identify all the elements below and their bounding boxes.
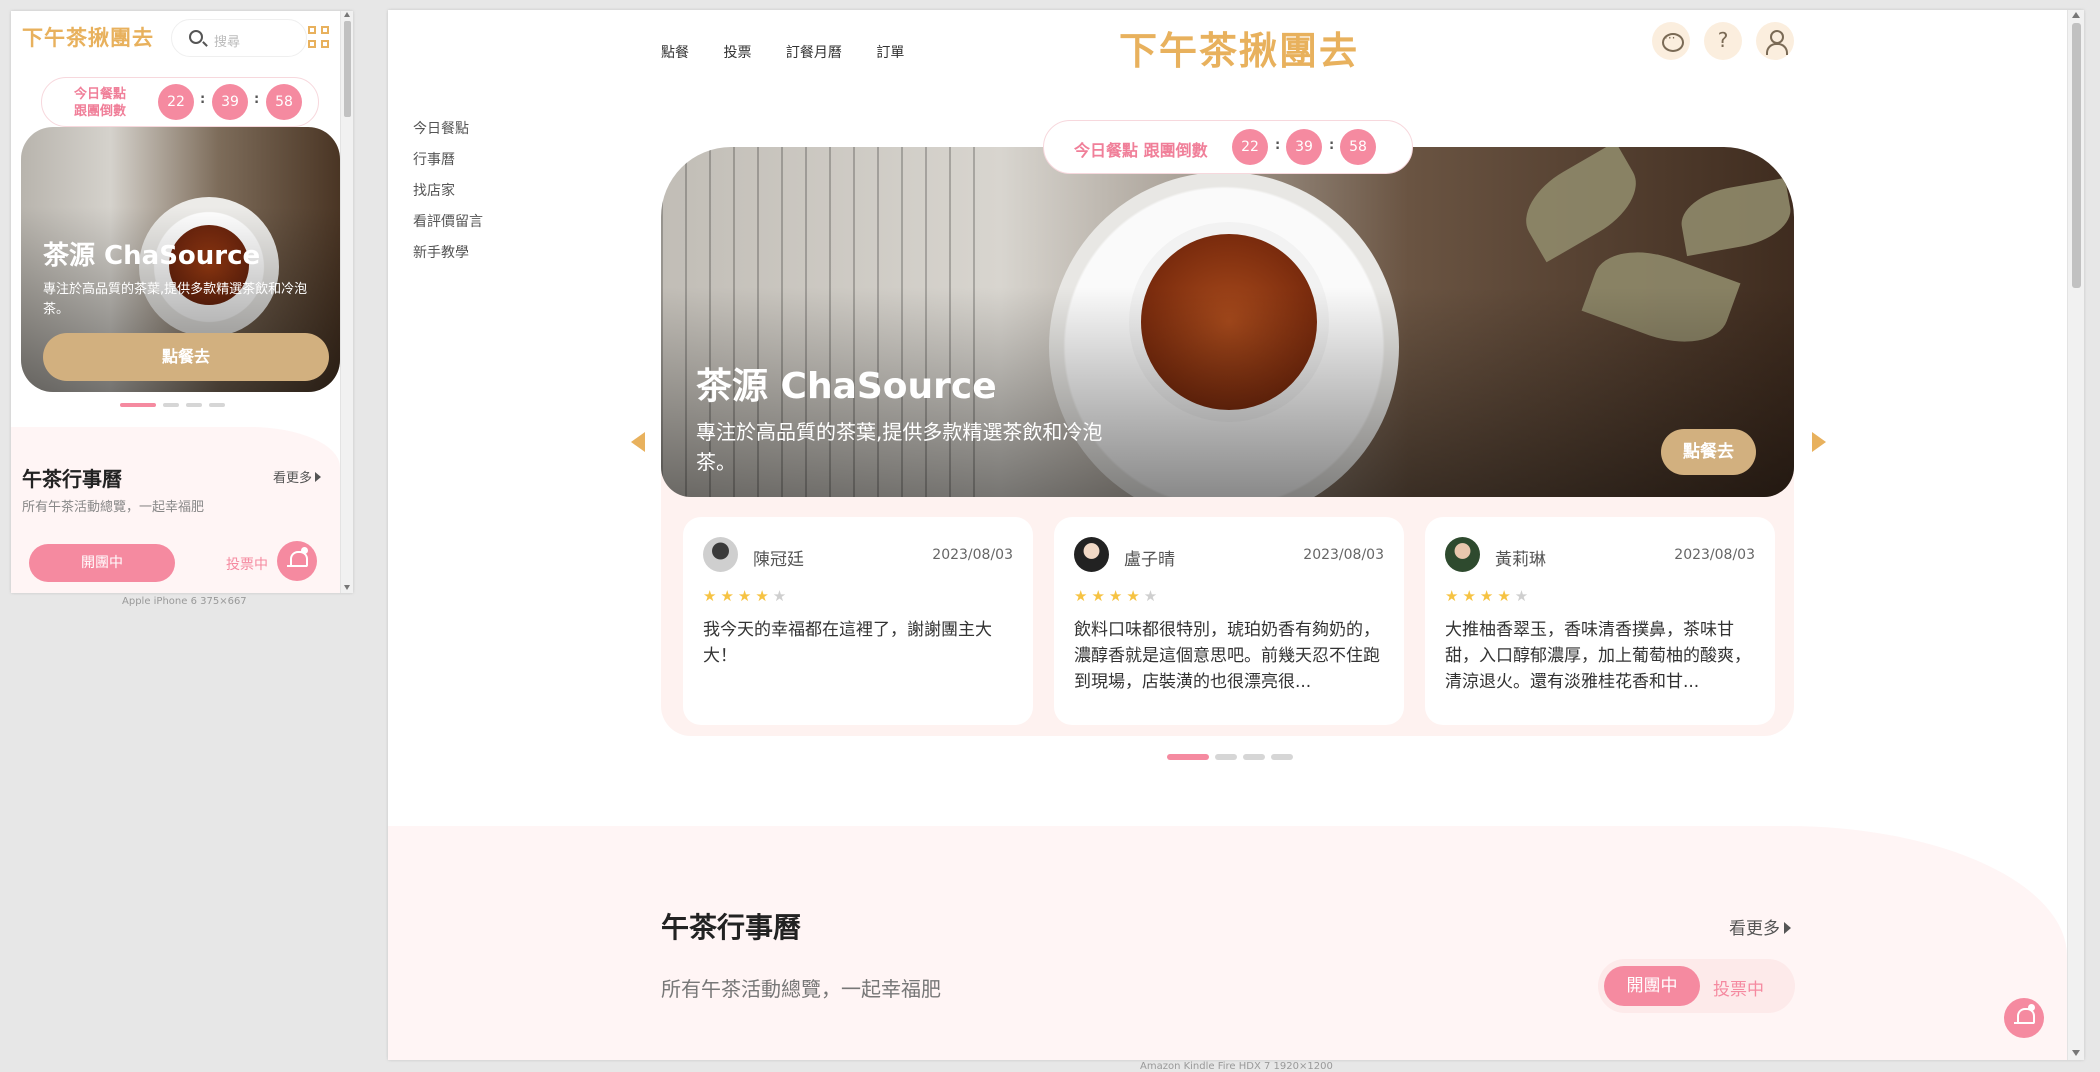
review-text: 飲料口味都很特別，琥珀奶香有夠奶的，濃醇香就是這個意思吧。前幾天忍不住跑到現場，…: [1074, 620, 1380, 692]
mobile-hero-banner: 茶源 ChaSource 專注於高品質的茶葉,提供多款精選茶飲和冷泡茶。 點餐去: [21, 127, 340, 392]
carousel-dot[interactable]: [209, 403, 225, 407]
carousel-dot[interactable]: [1271, 754, 1293, 760]
calendar-title: 午茶行事曆: [22, 467, 122, 491]
side-menu-item[interactable]: 找店家: [413, 180, 483, 211]
user-icon[interactable]: [1756, 22, 1794, 60]
see-more-link[interactable]: 看更多: [1729, 914, 1791, 939]
review-date: 2023/08/03: [1674, 547, 1755, 563]
review-card: 盧子晴 2023/08/03 ★★★★★ 飲料口味都很特別，琥珀奶香有夠奶的，濃…: [1054, 517, 1404, 725]
review-card: 黃莉琳 2023/08/03 ★★★★★ 大推柚香翠玉，香味清香撲鼻，茶味甘甜，…: [1425, 517, 1775, 725]
tab-vote[interactable]: 投票中: [1713, 975, 1764, 1000]
chat-icon[interactable]: [1652, 22, 1690, 60]
hero-title: 茶源 ChaSource: [43, 241, 261, 271]
calendar-section: 午茶行事曆 看更多 所有午茶活動總覽，一起幸福肥 開團中 投票中: [388, 826, 2067, 1060]
order-button[interactable]: 點餐去: [43, 333, 329, 381]
calendar-title: 午茶行事曆: [661, 911, 802, 944]
tablet-caption: Amazon Kindle Fire HDX 7 1920×1200: [1140, 1061, 1333, 1072]
side-menu-item[interactable]: 行事曆: [413, 149, 483, 180]
tablet-scrollbar[interactable]: [2067, 10, 2084, 1060]
countdown-seconds: 58: [1340, 129, 1376, 165]
bell-icon[interactable]: [277, 541, 317, 581]
countdown-sep: :: [254, 92, 260, 107]
review-date: 2023/08/03: [1303, 547, 1384, 563]
search-placeholder: 搜尋: [214, 35, 241, 50]
mobile-countdown: 今日餐點 跟團倒數 22 : 39 : 58: [41, 77, 319, 127]
countdown-hours: 22: [1232, 129, 1268, 165]
hero-title: 茶源 ChaSource: [696, 366, 997, 407]
star-rating: ★★★★★: [1074, 587, 1162, 605]
mobile-scrollbar[interactable]: [340, 11, 353, 593]
countdown: 今日餐點 跟團倒數 22 : 39 : 58: [1043, 120, 1413, 174]
countdown-sep: :: [200, 92, 206, 107]
tab-open[interactable]: 開團中: [29, 544, 175, 582]
tab-open[interactable]: 開團中: [1604, 966, 1700, 1006]
reviewer-name: 黃莉琳: [1495, 550, 1546, 570]
chevron-left-icon[interactable]: [631, 432, 645, 452]
carousel-dot[interactable]: [163, 403, 179, 407]
order-button[interactable]: 點餐去: [1661, 429, 1756, 475]
nav-item-calendar[interactable]: 訂餐月曆: [786, 45, 842, 61]
see-more-link[interactable]: 看更多: [273, 467, 321, 486]
review-date: 2023/08/03: [932, 547, 1013, 563]
carousel-dot[interactable]: [186, 403, 202, 407]
avatar: [1074, 537, 1109, 572]
mobile-preview: 下午茶揪團去 搜尋 今日餐點 跟團倒數 22 : 39 : 58 茶源 ChaSo…: [11, 11, 353, 593]
nav-item-order[interactable]: 點餐: [661, 45, 689, 61]
countdown-seconds: 58: [266, 84, 302, 120]
avatar: [703, 537, 738, 572]
star-rating: ★★★★★: [1445, 587, 1533, 605]
reviewer-name: 陳冠廷: [753, 550, 804, 570]
countdown-hours: 22: [158, 84, 194, 120]
side-menu: 今日餐點 行事曆 找店家 看評價留言 新手教學: [413, 118, 483, 273]
nav-item-vote[interactable]: 投票: [723, 45, 751, 61]
hero-description: 專注於高品質的茶葉,提供多款精選茶飲和冷泡茶。: [696, 420, 1103, 474]
star-rating: ★★★★★: [703, 587, 791, 605]
top-nav: 點餐 投票 訂餐月曆 訂單: [661, 42, 934, 62]
calendar-subtitle: 所有午茶活動總覽，一起幸福肥: [661, 977, 941, 1001]
help-icon[interactable]: [1704, 22, 1742, 60]
countdown-minutes: 39: [1286, 129, 1322, 165]
tab-vote[interactable]: 投票中: [226, 554, 268, 574]
tablet-preview: 點餐 投票 訂餐月曆 訂單 下午茶揪團去 今日餐點 行事曆 找店家 看評價留言 …: [388, 10, 2084, 1060]
carousel-dot[interactable]: [1243, 754, 1265, 760]
carousel-dots: [120, 392, 232, 411]
mobile-search-input[interactable]: 搜尋: [171, 19, 307, 57]
hero-banner: 茶源 ChaSource 專注於高品質的茶葉,提供多款精選茶飲和冷泡茶。 點餐去: [661, 147, 1794, 497]
avatar: [1445, 537, 1480, 572]
side-menu-item[interactable]: 看評價留言: [413, 211, 483, 242]
review-card: 陳冠廷 2023/08/03 ★★★★★ 我今天的幸福都在這裡了，謝謝團主大大！: [683, 517, 1033, 725]
side-menu-item[interactable]: 今日餐點: [413, 118, 483, 149]
countdown-label: 今日餐點 跟團倒數: [1074, 141, 1208, 160]
calendar-subtitle: 所有午茶活動總覽，一起幸福肥: [22, 500, 205, 515]
reviewer-name: 盧子晴: [1124, 550, 1175, 570]
carousel-dot[interactable]: [120, 403, 156, 407]
carousel-dot[interactable]: [1167, 754, 1209, 760]
hero-description: 專注於高品質的茶葉,提供多款精選茶飲和冷泡茶。: [43, 282, 308, 317]
site-logo[interactable]: 下午茶揪團去: [1119, 20, 1359, 75]
mobile-logo[interactable]: 下午茶揪團去: [22, 22, 154, 52]
review-text: 我今天的幸福都在這裡了，謝謝團主大大！: [703, 620, 992, 666]
side-menu-item[interactable]: 新手教學: [413, 242, 483, 273]
mobile-calendar-section: 午茶行事曆 看更多 所有午茶活動總覽，一起幸福肥 開團中 投票中: [11, 427, 340, 593]
search-icon: [189, 30, 203, 44]
countdown-sep: :: [1275, 138, 1281, 153]
countdown-label: 今日餐點 跟團倒數: [73, 87, 126, 119]
carousel-dots: [1167, 745, 1299, 764]
bell-icon[interactable]: [2004, 998, 2044, 1038]
phone-caption: Apple iPhone 6 375×667: [122, 596, 247, 607]
calendar-tab-toggle: 開團中 投票中: [1598, 959, 1795, 1013]
countdown-sep: :: [1329, 138, 1335, 153]
review-text: 大推柚香翠玉，香味清香撲鼻，茶味甘甜，入口醇郁濃厚，加上葡萄柚的酸爽，清涼退火。…: [1445, 620, 1751, 692]
nav-item-orders[interactable]: 訂單: [876, 45, 904, 61]
chevron-right-icon[interactable]: [1812, 432, 1826, 452]
carousel-dot[interactable]: [1215, 754, 1237, 760]
grid-menu-icon[interactable]: [308, 26, 330, 48]
countdown-minutes: 39: [212, 84, 248, 120]
